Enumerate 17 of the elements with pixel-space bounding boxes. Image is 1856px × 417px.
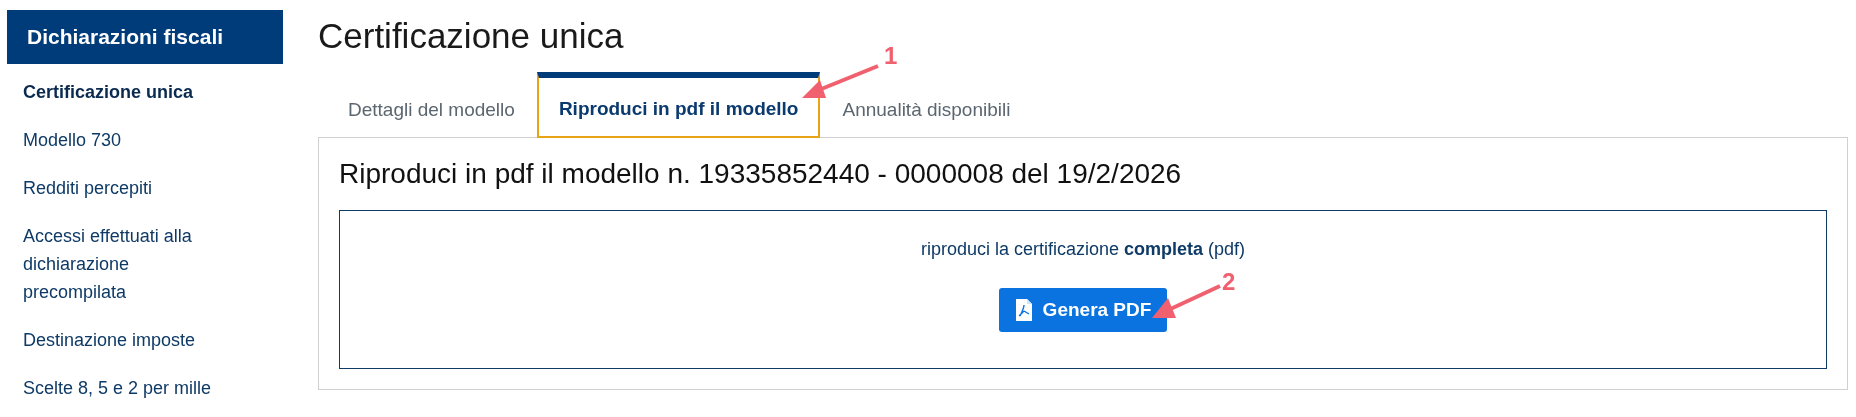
annotation-number: 1 [884,42,898,70]
sidebar-header: Dichiarazioni fiscali [7,10,283,64]
annotation-number: 2 [1222,268,1236,296]
tab[interactable]: Dettagli del modello [326,77,537,137]
sidebar-item[interactable]: Redditi percepiti [23,164,228,212]
tab[interactable]: Riproduci in pdf il modello [536,72,821,138]
generate-pdf-button[interactable]: Genera PDF [998,288,1168,332]
page-title: Certificazione unica [318,15,624,57]
panel-heading: Riproduci in pdf il modello n. 19335852440 - 0000008 del 19/2/2026 [339,158,1183,190]
sidebar-item[interactable]: Scelte 8, 5 e 2 per mille [23,364,228,412]
tab[interactable]: Annualità disponibili [820,77,1033,137]
sidebar-item[interactable]: Modello 730 [23,116,228,164]
sidebar-item[interactable]: Certificazione unica [23,68,228,116]
description-text: riproduci la certificazione completa (pdf) [920,239,1246,260]
pdf-file-icon [1014,298,1033,322]
sidebar-item[interactable]: Accessi effettuati alla dichiarazione precompilata [23,212,228,316]
sidebar-item[interactable]: Destinazione imposte [23,316,228,364]
